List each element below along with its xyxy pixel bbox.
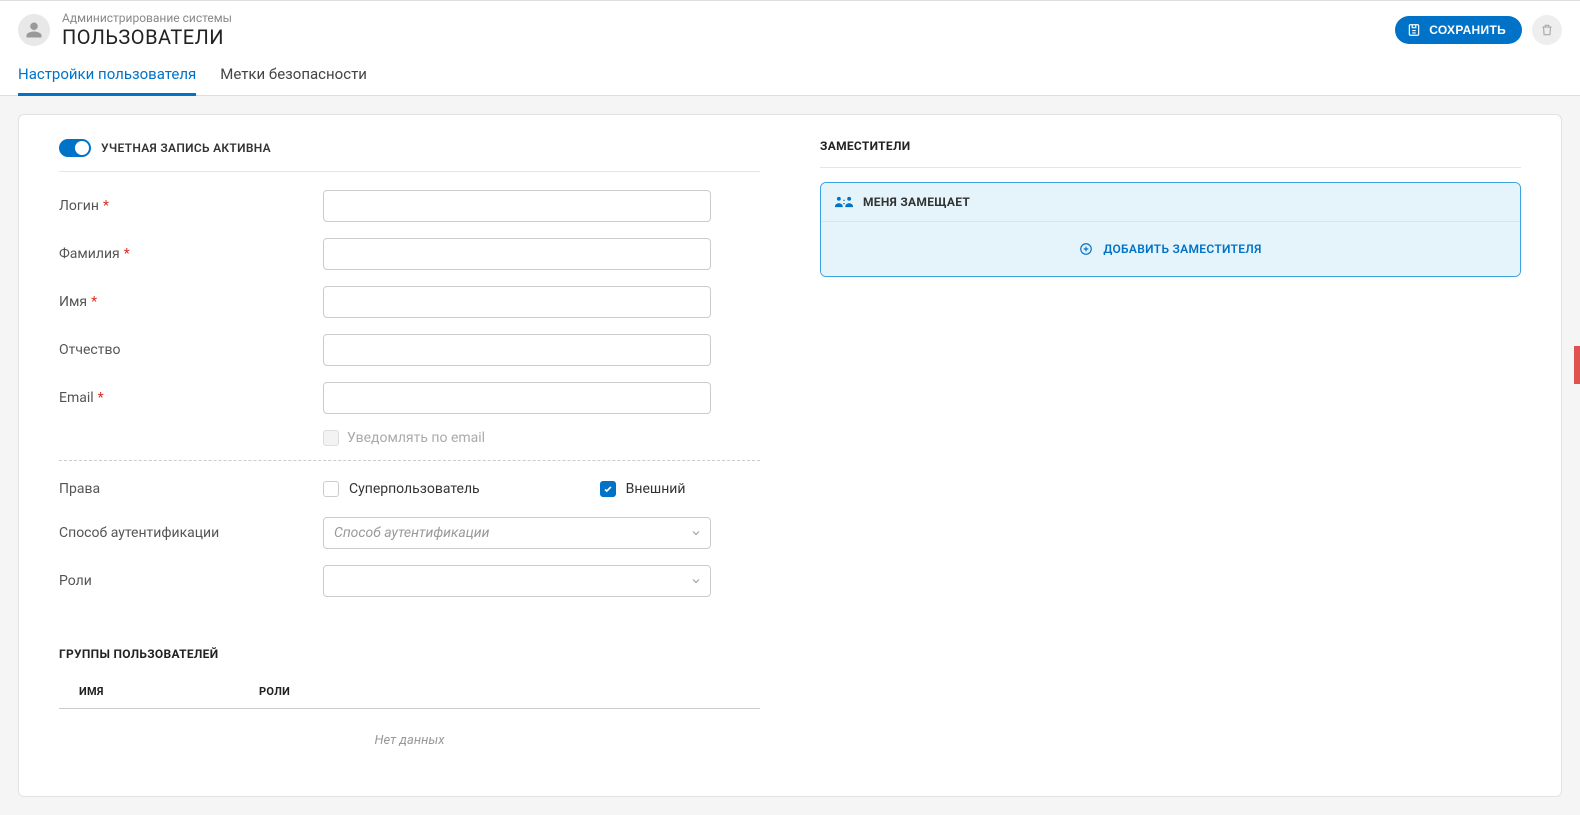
tab-user-settings[interactable]: Настройки пользователя	[18, 55, 196, 96]
groups-title: ГРУППЫ ПОЛЬЗОВАТЕЛЕЙ	[59, 647, 760, 661]
check-icon	[603, 484, 613, 494]
user-icon	[25, 21, 43, 39]
tabs: Настройки пользователя Метки безопасност…	[0, 55, 1580, 96]
firstname-label: Имя*	[59, 294, 323, 310]
tab-security-labels[interactable]: Метки безопасности	[220, 55, 367, 96]
external-checkbox[interactable]	[600, 481, 616, 497]
groups-table: ИМЯ РОЛИ Нет данных	[59, 675, 760, 772]
add-substitute-label: ДОБАВИТЬ ЗАМЕСТИТЕЛЯ	[1103, 242, 1261, 256]
email-label: Email*	[59, 390, 323, 406]
firstname-input[interactable]	[323, 286, 711, 318]
middlename-input[interactable]	[323, 334, 711, 366]
roles-select[interactable]	[323, 565, 711, 597]
external-label: Внешний	[626, 481, 686, 497]
account-active-label: УЧЕТНАЯ ЗАПИСЬ АКТИВНА	[101, 141, 271, 155]
add-substitute-button[interactable]: ДОБАВИТЬ ЗАМЕСТИТЕЛЯ	[1079, 242, 1261, 256]
auth-method-select[interactable]: Способ аутентификации	[323, 517, 711, 549]
lastname-label: Фамилия*	[59, 246, 323, 262]
save-button-label: СОХРАНИТЬ	[1429, 23, 1506, 37]
auth-method-placeholder: Способ аутентификации	[334, 525, 489, 541]
notify-email-label: Уведомлять по email	[347, 430, 485, 446]
superuser-checkbox[interactable]	[323, 481, 339, 497]
form-card: УЧЕТНАЯ ЗАПИСЬ АКТИВНА Логин* Фамилия* И…	[18, 114, 1562, 797]
page-header: Администрирование системы ПОЛЬЗОВАТЕЛИ С…	[0, 1, 1580, 55]
groups-empty: Нет данных	[59, 709, 760, 772]
plus-circle-icon	[1079, 242, 1093, 256]
swap-users-icon	[835, 195, 853, 209]
roles-label: Роли	[59, 573, 323, 589]
dashed-divider	[59, 460, 760, 461]
divider	[59, 171, 760, 172]
rights-label: Права	[59, 481, 323, 497]
lastname-input[interactable]	[323, 238, 711, 270]
account-active-toggle[interactable]	[59, 139, 91, 157]
email-input[interactable]	[323, 382, 711, 414]
groups-col-roles: РОЛИ	[259, 685, 760, 698]
replaces-me-label: МЕНЯ ЗАМЕЩАЕТ	[863, 195, 970, 209]
delete-button[interactable]	[1532, 15, 1562, 45]
substitutes-panel: МЕНЯ ЗАМЕЩАЕТ ДОБАВИТЬ ЗАМЕСТИТЕЛЯ	[820, 182, 1521, 277]
groups-col-name: ИМЯ	[59, 685, 259, 698]
page-title: ПОЛЬЗОВАТЕЛИ	[62, 25, 1383, 49]
notify-email-checkbox	[323, 430, 339, 446]
login-label: Логин*	[59, 198, 323, 214]
chevron-down-icon	[690, 575, 702, 587]
trash-icon	[1540, 23, 1554, 37]
middlename-label: Отчество	[59, 342, 323, 358]
divider	[820, 167, 1521, 168]
auth-method-label: Способ аутентификации	[59, 525, 323, 541]
avatar	[18, 14, 50, 46]
save-icon	[1407, 23, 1421, 37]
error-indicator-strip[interactable]	[1574, 346, 1580, 384]
superuser-label: Суперпользователь	[349, 481, 480, 497]
breadcrumb: Администрирование системы	[62, 11, 1383, 25]
chevron-down-icon	[690, 527, 702, 539]
save-button[interactable]: СОХРАНИТЬ	[1395, 16, 1522, 44]
substitutes-title: ЗАМЕСТИТЕЛИ	[820, 139, 1521, 153]
login-input[interactable]	[323, 190, 711, 222]
